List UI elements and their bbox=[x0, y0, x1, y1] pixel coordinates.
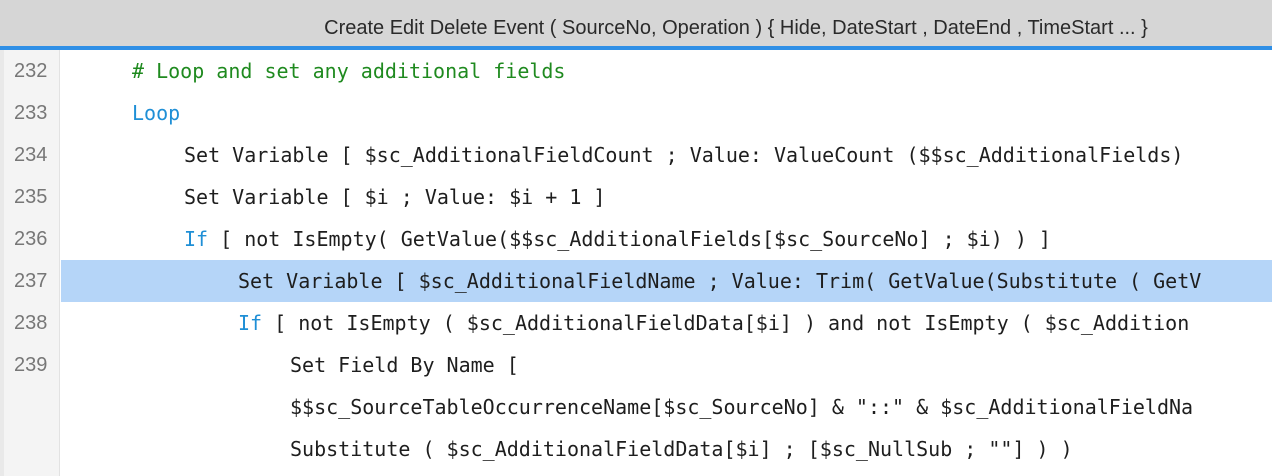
script-step[interactable]: 234 Set Variable [ $sc_AdditionalFieldCo… bbox=[0, 134, 1272, 176]
comment-text: # Loop and set any additional fields bbox=[132, 59, 566, 83]
script-editor[interactable]: 232 # Loop and set any additional fields… bbox=[0, 50, 1272, 476]
line-number: 232 bbox=[14, 60, 48, 82]
line-number: 236 bbox=[14, 228, 48, 250]
line-number: 233 bbox=[14, 102, 48, 124]
line-number: 238 bbox=[14, 312, 48, 334]
script-step[interactable]: 236 If [ not IsEmpty( GetValue($$sc_Addi… bbox=[0, 218, 1272, 260]
script-step-selected[interactable]: 237 Set Variable [ $sc_AdditionalFieldNa… bbox=[0, 260, 1272, 302]
script-step[interactable]: 232 # Loop and set any additional fields bbox=[0, 50, 1272, 92]
script-step[interactable]: 239 Set Field By Name [ bbox=[0, 344, 1272, 386]
step-args: [ not IsEmpty ( $sc_AdditionalFieldData[… bbox=[262, 311, 1190, 335]
step-text: Set Variable [ $i ; Value: $i + 1 ] bbox=[184, 185, 606, 209]
script-step[interactable]: 233 Loop bbox=[0, 92, 1272, 134]
script-step-continuation[interactable]: Substitute ( $sc_AdditionalFieldData[$i]… bbox=[0, 428, 1272, 470]
line-number: 239 bbox=[14, 354, 48, 376]
step-text: Set Field By Name [ bbox=[290, 353, 519, 377]
step-text: Substitute ( $sc_AdditionalFieldData[$i]… bbox=[290, 437, 1073, 461]
script-step[interactable]: 235 Set Variable [ $i ; Value: $i + 1 ] bbox=[0, 176, 1272, 218]
line-number: 235 bbox=[14, 186, 48, 208]
keyword-if: If bbox=[184, 227, 209, 251]
step-text: Set Variable [ $sc_AdditionalFieldName ;… bbox=[238, 269, 1202, 293]
step-text: If [ not IsEmpty( GetValue($$sc_Addition… bbox=[184, 218, 1051, 260]
step-text: Set Variable [ $sc_AdditionalFieldCount … bbox=[184, 143, 1184, 167]
step-text: $$sc_SourceTableOccurrenceName[$sc_Sourc… bbox=[290, 395, 1194, 419]
script-tab-title[interactable]: Create Edit Delete Event ( SourceNo, Ope… bbox=[0, 0, 1272, 46]
script-step[interactable]: 238 If [ not IsEmpty ( $sc_AdditionalFie… bbox=[0, 302, 1272, 344]
keyword-if: If bbox=[238, 311, 263, 335]
script-tab-bar: Create Edit Delete Event ( SourceNo, Ope… bbox=[0, 0, 1272, 50]
script-step-continuation[interactable]: $$sc_SourceTableOccurrenceName[$sc_Sourc… bbox=[0, 386, 1272, 428]
step-text: If [ not IsEmpty ( $sc_AdditionalFieldDa… bbox=[238, 302, 1189, 344]
keyword-loop: Loop bbox=[132, 101, 181, 125]
line-number: 234 bbox=[14, 144, 48, 166]
line-number: 237 bbox=[14, 270, 48, 292]
step-args: [ not IsEmpty( GetValue($$sc_AdditionalF… bbox=[208, 227, 1051, 251]
line-number bbox=[4, 428, 56, 470]
line-number bbox=[4, 386, 56, 428]
